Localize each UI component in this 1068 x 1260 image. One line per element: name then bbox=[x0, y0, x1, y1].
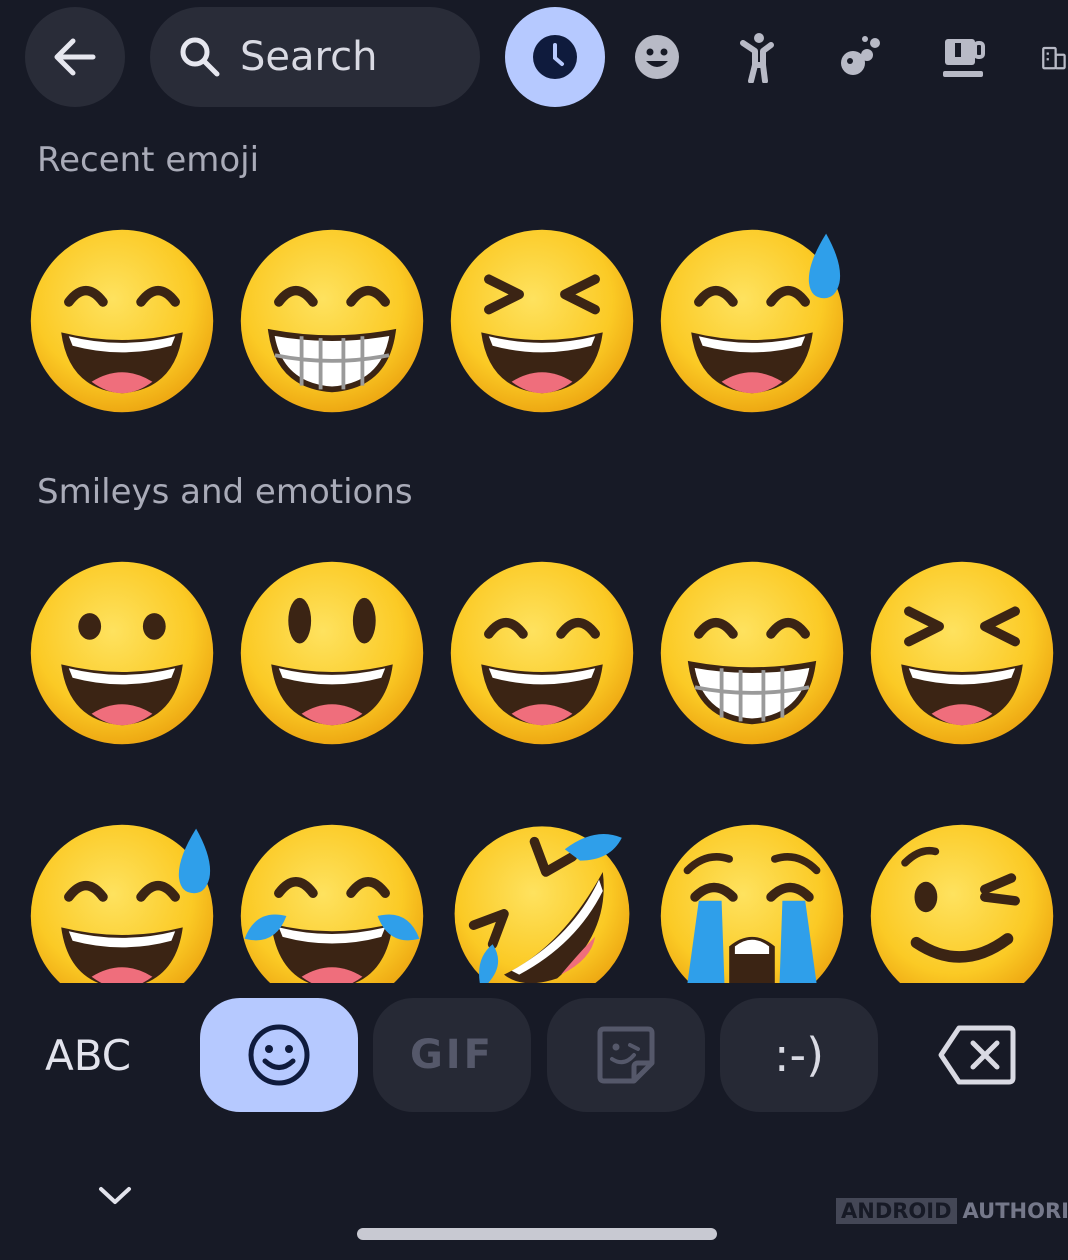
loudly-crying-emoji[interactable] bbox=[657, 821, 847, 983]
category-people[interactable] bbox=[709, 7, 809, 107]
emoticon-label: :-) bbox=[773, 1028, 825, 1082]
category-animals[interactable] bbox=[811, 7, 911, 107]
tears-of-joy-emoji[interactable] bbox=[237, 821, 427, 983]
squinting-grin-emoji[interactable] bbox=[447, 226, 637, 416]
category-food[interactable] bbox=[913, 7, 1013, 107]
rofl-emoji[interactable] bbox=[447, 815, 637, 983]
search-icon bbox=[178, 35, 222, 79]
sticker-icon bbox=[597, 1026, 655, 1084]
beaming-grin-emoji[interactable] bbox=[657, 558, 847, 748]
emoji-tab[interactable] bbox=[200, 998, 358, 1112]
clock-icon bbox=[533, 35, 577, 79]
section-title-recent: Recent emoji bbox=[37, 140, 260, 180]
backspace-button[interactable] bbox=[935, 1018, 1019, 1092]
watermark-part1: ANDROID bbox=[836, 1198, 957, 1224]
grinning-sweat-emoji[interactable] bbox=[27, 821, 217, 983]
section-title-smileys: Smileys and emotions bbox=[37, 472, 413, 512]
back-button[interactable] bbox=[25, 7, 125, 107]
smileys-row-1 bbox=[0, 558, 1068, 758]
abc-button[interactable]: ABC bbox=[45, 998, 131, 1114]
food-icon bbox=[943, 39, 985, 77]
recent-emoji-row bbox=[0, 226, 1068, 426]
smiley-icon bbox=[635, 35, 679, 79]
search-field[interactable]: Search bbox=[150, 7, 480, 107]
gesture-handle[interactable] bbox=[357, 1228, 717, 1240]
watermark-part2: AUTHORITY bbox=[962, 1199, 1068, 1223]
grinning-smiling-eyes-emoji[interactable] bbox=[447, 558, 637, 748]
category-travel[interactable] bbox=[1015, 7, 1068, 107]
category-recent[interactable] bbox=[505, 7, 605, 107]
grinning-face-emoji[interactable] bbox=[27, 558, 217, 748]
chevron-down-icon bbox=[99, 1187, 131, 1204]
smiley-outline-icon bbox=[248, 1024, 310, 1086]
keyboard-mode-bar: ABC GIF :-) bbox=[0, 998, 1068, 1114]
smileys-row-2 bbox=[0, 815, 1068, 983]
emoticon-tab[interactable]: :-) bbox=[720, 998, 878, 1112]
watermark: ANDROID AUTHORITY bbox=[836, 1198, 1068, 1224]
backspace-icon bbox=[938, 1025, 1016, 1085]
gif-tab[interactable]: GIF bbox=[373, 998, 531, 1112]
buildings-icon bbox=[1042, 46, 1066, 70]
sticker-tab[interactable] bbox=[547, 998, 705, 1112]
winking-face-emoji[interactable] bbox=[867, 821, 1057, 983]
emoji-toolbar: Search bbox=[0, 0, 1068, 120]
search-label: Search bbox=[240, 34, 378, 80]
squinting-grin-emoji[interactable] bbox=[867, 558, 1057, 748]
hide-keyboard-button[interactable] bbox=[95, 1175, 135, 1215]
grinning-smiling-eyes-emoji[interactable] bbox=[27, 226, 217, 416]
person-icon bbox=[740, 33, 774, 83]
gif-label: GIF bbox=[409, 1032, 495, 1078]
grinning-big-eyes-emoji[interactable] bbox=[237, 558, 427, 748]
arrow-left-icon bbox=[54, 38, 96, 76]
grinning-sweat-emoji[interactable] bbox=[657, 226, 847, 416]
animals-icon bbox=[841, 36, 880, 75]
category-smileys[interactable] bbox=[607, 7, 707, 107]
beaming-grin-emoji[interactable] bbox=[237, 226, 427, 416]
